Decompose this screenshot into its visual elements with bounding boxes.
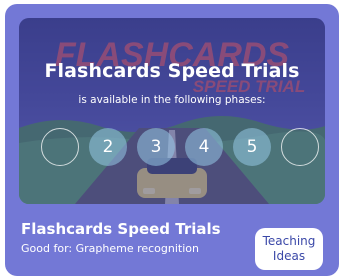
phase-4[interactable]: 4 [185,128,223,166]
phase-3[interactable]: 3 [137,128,175,166]
teaching-ideas-label-line2: Ideas [272,249,306,263]
phase-slot-empty [41,128,79,166]
game-banner[interactable]: FLASHCARDS SPEED TRIAL Flashcards Speed … [19,18,325,204]
phase-5[interactable]: 5 [233,128,271,166]
card-title[interactable]: Flashcards Speed Trials [21,220,221,238]
game-card[interactable]: FLASHCARDS SPEED TRIAL Flashcards Speed … [5,4,339,276]
teaching-ideas-label-line1: Teaching [262,234,316,248]
phase-2[interactable]: 2 [89,128,127,166]
banner-overlay [19,18,325,204]
good-for-text: Good for: Grapheme recognition [21,242,199,255]
phase-slot-empty [281,128,319,166]
banner-subtitle: is available in the following phases: [78,94,266,106]
teaching-ideas-button[interactable]: Teaching Ideas [255,228,323,270]
banner-title: Flashcards Speed Trials [44,60,300,82]
